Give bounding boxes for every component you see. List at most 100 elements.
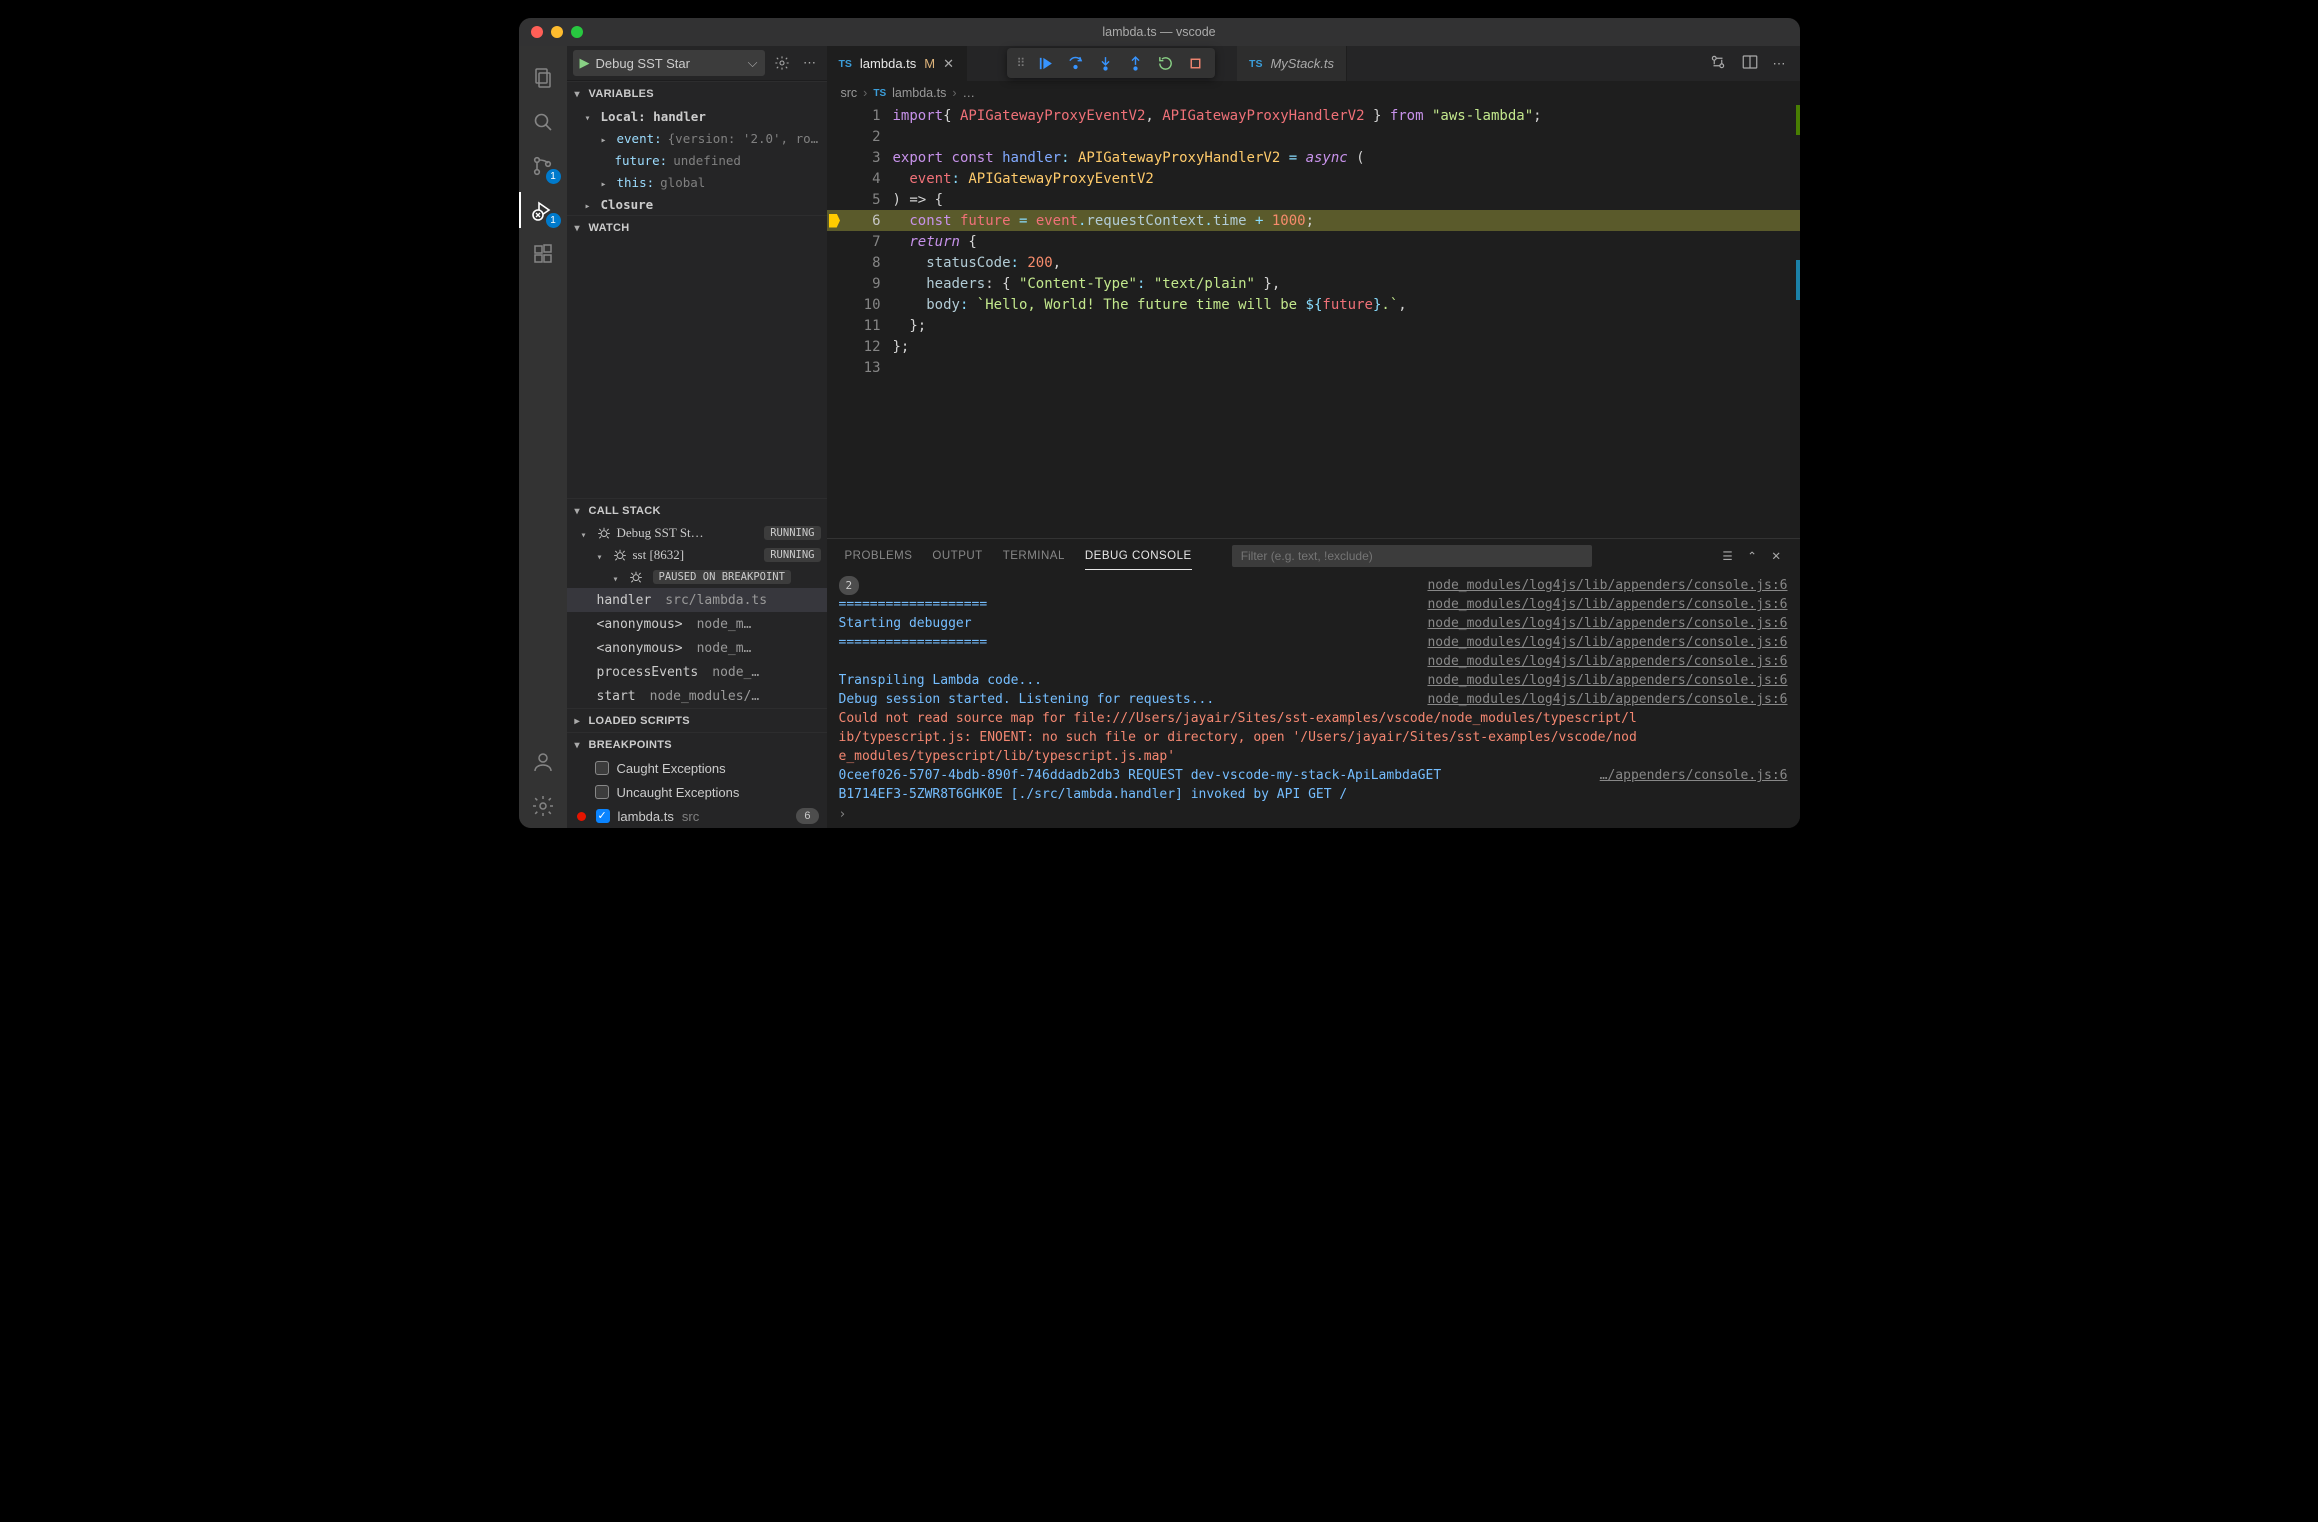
- fullscreen-window-button[interactable]: [571, 26, 583, 38]
- editor-group: TS lambda.ts M ✕ ⠿: [827, 46, 1800, 828]
- scope-row[interactable]: Closure: [567, 193, 827, 215]
- settings-icon[interactable]: [519, 784, 567, 828]
- breakpoint-file[interactable]: lambda.ts src 6: [567, 804, 827, 828]
- console-filter-input[interactable]: [1232, 545, 1592, 567]
- play-icon: ▶: [580, 55, 590, 71]
- editor-tabbar: TS lambda.ts M ✕ ⠿: [827, 46, 1800, 81]
- compare-icon[interactable]: [1709, 53, 1727, 74]
- debug-console-output[interactable]: 2node_modules/log4js/lib/appenders/conso…: [827, 572, 1800, 828]
- activity-bar: 1 1: [519, 46, 567, 828]
- debug-toolbar-top: ▶ Debug SST Star ⌵ ⋯: [567, 46, 827, 81]
- callstack-frame[interactable]: <anonymous> node_m…: [567, 636, 827, 660]
- variables-tree: Local: handler event: {version: '2.0', r…: [567, 105, 827, 215]
- variable-row[interactable]: future: undefined: [567, 149, 827, 171]
- chevron-down-icon: [575, 222, 585, 234]
- callstack-session[interactable]: Debug SST St… RUNNING: [567, 522, 827, 544]
- tab-debug-console[interactable]: DEBUG CONSOLE: [1085, 550, 1192, 570]
- vscode-window: lambda.ts — vscode 1 1: [519, 18, 1800, 828]
- scm-badge: 1: [546, 169, 561, 184]
- step-out-button[interactable]: [1121, 49, 1149, 77]
- repeat-count-badge: 2: [839, 576, 860, 595]
- editor-actions: ⋯: [1695, 46, 1800, 81]
- breakpoints-header[interactable]: BREAKPOINTS: [567, 732, 827, 756]
- checkbox[interactable]: [595, 761, 609, 775]
- ts-file-icon: TS: [873, 88, 886, 99]
- chevron-down-icon: [613, 570, 623, 585]
- step-over-button[interactable]: [1061, 49, 1089, 77]
- breakpoint-uncaught[interactable]: Uncaught Exceptions: [567, 780, 827, 804]
- breakpoint-line-badge: 6: [796, 808, 818, 824]
- chevron-right-icon: [601, 175, 611, 190]
- bug-icon: [613, 548, 627, 562]
- panel-tabs: PROBLEMS OUTPUT TERMINAL DEBUG CONSOLE ☰…: [827, 539, 1800, 572]
- close-tab-icon[interactable]: ✕: [943, 56, 954, 72]
- collapse-panel-icon[interactable]: ⌃: [1747, 549, 1757, 563]
- window-title: lambda.ts — vscode: [1102, 25, 1215, 39]
- drag-handle-icon[interactable]: ⠿: [1013, 56, 1030, 70]
- titlebar: lambda.ts — vscode: [519, 18, 1800, 46]
- variables-header[interactable]: VARIABLES: [567, 81, 827, 105]
- console-input-prompt[interactable]: ›: [839, 805, 847, 824]
- callstack-process[interactable]: sst [8632] RUNNING: [567, 544, 827, 566]
- variable-row[interactable]: event: {version: '2.0', ro…: [567, 127, 827, 149]
- execution-pointer-icon: [827, 210, 843, 231]
- callstack-frame[interactable]: processEvents node_…: [567, 660, 827, 684]
- scm-icon[interactable]: 1: [519, 144, 567, 188]
- chevron-down-icon: ⌵: [748, 55, 758, 71]
- ts-file-icon: TS: [1249, 58, 1262, 70]
- chevron-right-icon: [575, 715, 585, 727]
- minimize-window-button[interactable]: [551, 26, 563, 38]
- chevron-right-icon: [585, 197, 595, 212]
- chevron-down-icon: [581, 526, 591, 541]
- tab-problems[interactable]: PROBLEMS: [845, 550, 913, 562]
- watch-header[interactable]: WATCH: [567, 215, 827, 239]
- chevron-down-icon: [575, 505, 585, 517]
- explorer-icon[interactable]: [519, 56, 567, 100]
- filter-icon[interactable]: ☰: [1722, 549, 1733, 563]
- bug-icon: [597, 526, 611, 540]
- accounts-icon[interactable]: [519, 740, 567, 784]
- callstack-thread[interactable]: PAUSED ON BREAKPOINT: [567, 566, 827, 588]
- debug-config-select[interactable]: ▶ Debug SST Star ⌵: [573, 50, 765, 76]
- code-editor[interactable]: 1 2 3 4 5 6 7 8 9 10 11 12 13 import{ AP…: [827, 105, 1800, 538]
- extensions-icon[interactable]: [519, 232, 567, 276]
- variable-row[interactable]: this: global: [567, 171, 827, 193]
- chevron-down-icon: [575, 739, 585, 751]
- tab-mystack[interactable]: TS MyStack.ts: [1237, 46, 1347, 81]
- tab-terminal[interactable]: TERMINAL: [1003, 550, 1065, 562]
- checkbox-checked[interactable]: [596, 809, 610, 823]
- callstack-header[interactable]: CALL STACK: [567, 498, 827, 522]
- ts-file-icon: TS: [839, 58, 852, 70]
- gear-icon[interactable]: [771, 55, 793, 71]
- modified-indicator: M: [924, 56, 935, 71]
- breakpoint-caught[interactable]: Caught Exceptions: [567, 756, 827, 780]
- chevron-down-icon: [597, 548, 607, 563]
- bug-icon: [629, 570, 643, 584]
- tab-lambda[interactable]: TS lambda.ts M ✕: [827, 46, 968, 81]
- restart-button[interactable]: [1151, 49, 1179, 77]
- continue-button[interactable]: [1031, 49, 1059, 77]
- bottom-panel: PROBLEMS OUTPUT TERMINAL DEBUG CONSOLE ☰…: [827, 538, 1800, 828]
- chevron-down-icon: [585, 109, 595, 124]
- scope-row[interactable]: Local: handler: [567, 105, 827, 127]
- window-controls: [531, 26, 583, 38]
- close-window-button[interactable]: [531, 26, 543, 38]
- tab-output[interactable]: OUTPUT: [932, 550, 982, 562]
- loaded-scripts-header[interactable]: LOADED SCRIPTS: [567, 708, 827, 732]
- debug-badge: 1: [546, 213, 561, 228]
- close-panel-icon[interactable]: ✕: [1771, 549, 1781, 563]
- checkbox[interactable]: [595, 785, 609, 799]
- split-editor-icon[interactable]: [1741, 53, 1759, 74]
- more-icon[interactable]: ⋯: [1773, 56, 1786, 72]
- chevron-right-icon: [601, 131, 611, 146]
- breadcrumb[interactable]: src › TS lambda.ts › …: [827, 81, 1800, 105]
- callstack-frame[interactable]: <anonymous> node_m…: [567, 612, 827, 636]
- callstack-frame[interactable]: handler src/lambda.ts: [567, 588, 827, 612]
- search-icon[interactable]: [519, 100, 567, 144]
- step-into-button[interactable]: [1091, 49, 1119, 77]
- more-icon[interactable]: ⋯: [799, 55, 821, 71]
- debug-action-bar[interactable]: ⠿: [1007, 48, 1216, 78]
- stop-button[interactable]: [1181, 49, 1209, 77]
- debug-icon[interactable]: 1: [519, 188, 567, 232]
- callstack-frame[interactable]: start node_modules/…: [567, 684, 827, 708]
